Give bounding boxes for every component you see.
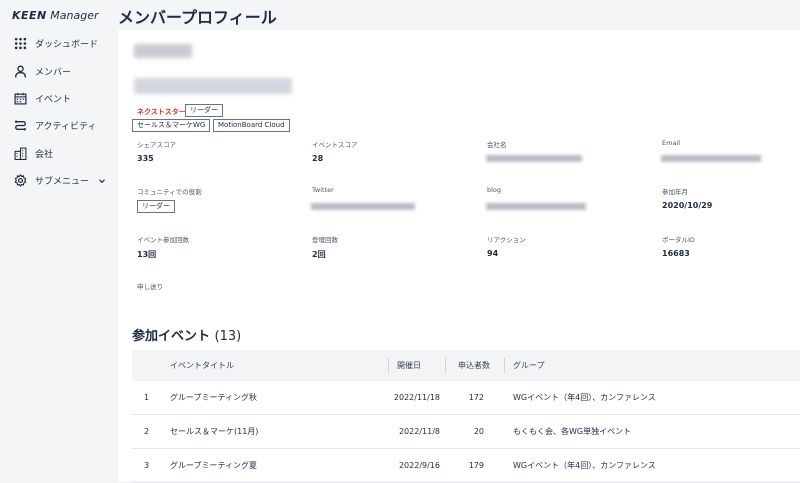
row-number: 3 (144, 461, 150, 470)
column-header-applicants[interactable]: 申込者数 (458, 350, 490, 381)
event-count-label: イベント参加回数 (137, 236, 189, 244)
stage-count-value: 2回 (312, 250, 326, 259)
next-star-tag: ネクストスター (137, 108, 186, 116)
profile-card: ネクストスター リーダー セールス＆マーケWG MotionBoard Clou… (118, 30, 800, 483)
email-label: Email (662, 139, 681, 147)
event-date: 2022/11/18 (393, 393, 440, 402)
sidebar-item-label: サブメニュー (35, 177, 90, 188)
app-logo[interactable]: KEEN Manager (12, 9, 98, 22)
activity-icon (14, 119, 27, 132)
leader-tag: リーダー (185, 104, 223, 117)
sidebar-item-events[interactable]: イベント (0, 85, 118, 112)
events-count: (13) (214, 329, 242, 344)
event-applicants: 179 (468, 461, 484, 470)
community-role-label: コミュニティでの役割 (137, 188, 202, 196)
twitter-label: Twitter (312, 186, 334, 194)
row-number: 2 (144, 427, 150, 436)
event-title-link[interactable]: セールス＆マーケ(11月) (170, 415, 258, 448)
company-label: 会社名 (487, 141, 507, 149)
table-row[interactable]: 2 セールス＆マーケ(11月) 2022/11/8 20 もくもく会、各WG単独… (132, 415, 800, 449)
event-applicants: 20 (473, 427, 484, 436)
blog-value-redacted[interactable] (486, 203, 586, 210)
table-header: イベントタイトル 開催日 申込者数 グループ (132, 350, 800, 381)
share-score-label: シェアスコア (137, 141, 176, 149)
portal-id-label: ポータルID (662, 236, 695, 244)
sidebar-nav: ダッシュボード メンバー イベント アクティビティ 会社 サブメニュー (0, 30, 118, 194)
sidebar-item-submenu[interactable]: サブメニュー (0, 167, 118, 194)
sidebar-item-company[interactable]: 会社 (0, 140, 118, 167)
sidebar-item-label: メンバー (35, 67, 72, 78)
events-section-title: 参加イベント (13) (132, 329, 242, 344)
motionboard-tag: MotionBoard Cloud (213, 119, 290, 132)
gear-icon (14, 174, 27, 188)
sidebar-item-label: イベント (35, 94, 72, 105)
sidebar-item-dashboard[interactable]: ダッシュボード (0, 30, 118, 57)
page-title: メンバープロフィール (118, 8, 277, 27)
reaction-value: 94 (487, 249, 499, 258)
portal-id-value: 16683 (662, 249, 690, 258)
event-group: もくもく会、各WG単独イベント (513, 427, 632, 436)
event-date: 2022/11/8 (398, 427, 440, 436)
sidebar-item-activity[interactable]: アクティビティ (0, 112, 118, 139)
event-count-value: 13回 (137, 250, 157, 259)
column-divider (445, 358, 446, 373)
chevron-down-icon[interactable] (98, 177, 106, 185)
email-value-redacted (661, 155, 761, 162)
sidebar-item-members[interactable]: メンバー (0, 57, 118, 84)
blog-label: blog (487, 186, 502, 194)
grid-icon (14, 37, 27, 50)
events-table: イベントタイトル 開催日 申込者数 グループ 1 グループミーティング秋 202… (132, 350, 800, 483)
column-divider (388, 358, 389, 373)
table-row[interactable]: 3 グループミーティング夏 2022/9/16 179 WGイベント（年4回）、… (132, 449, 800, 483)
wg-tag: セールス＆マーケWG (132, 119, 211, 132)
calendar-icon (14, 92, 27, 105)
joined-label: 参加年月 (662, 188, 688, 196)
event-group: WGイベント（年4回）、カンファレンス (513, 461, 656, 470)
column-header-group[interactable]: グループ (513, 350, 545, 381)
event-title-link[interactable]: グループミーティング秋 (170, 381, 257, 414)
event-score-label: イベントスコア (312, 141, 358, 149)
event-score-value: 28 (312, 154, 324, 163)
sidebar-item-label: アクティビティ (35, 122, 97, 133)
building-icon (14, 147, 27, 160)
share-score-value: 335 (137, 154, 154, 163)
event-applicants: 172 (468, 393, 484, 402)
notes-label: 申し送り (137, 283, 163, 291)
user-icon (14, 65, 27, 78)
sidebar: KEEN Manager ダッシュボード メンバー イベント アクティビティ 会… (0, 0, 118, 481)
joined-value: 2020/10/29 (662, 201, 713, 210)
column-header-date[interactable]: 開催日 (397, 350, 421, 381)
column-header-title[interactable]: イベントタイトル (170, 350, 234, 381)
community-role-tag: リーダー (137, 200, 175, 213)
event-date: 2022/9/16 (398, 461, 440, 470)
reaction-label: リアクション (487, 236, 526, 244)
stage-count-label: 登壇回数 (312, 236, 338, 244)
company-value-redacted (486, 155, 582, 162)
row-number: 1 (144, 393, 150, 402)
column-divider (504, 358, 505, 373)
sidebar-item-label: ダッシュボード (35, 40, 99, 51)
table-row[interactable]: 1 グループミーティング秋 2022/11/18 172 WGイベント（年4回）… (132, 381, 800, 415)
event-group: WGイベント（年4回）、カンファレンス (513, 393, 656, 402)
event-title-link[interactable]: グループミーティング夏 (170, 449, 257, 482)
sidebar-item-label: 会社 (35, 149, 54, 160)
twitter-value-redacted[interactable] (311, 203, 415, 210)
member-name-redacted (134, 44, 192, 58)
member-subtitle-redacted (134, 78, 292, 94)
